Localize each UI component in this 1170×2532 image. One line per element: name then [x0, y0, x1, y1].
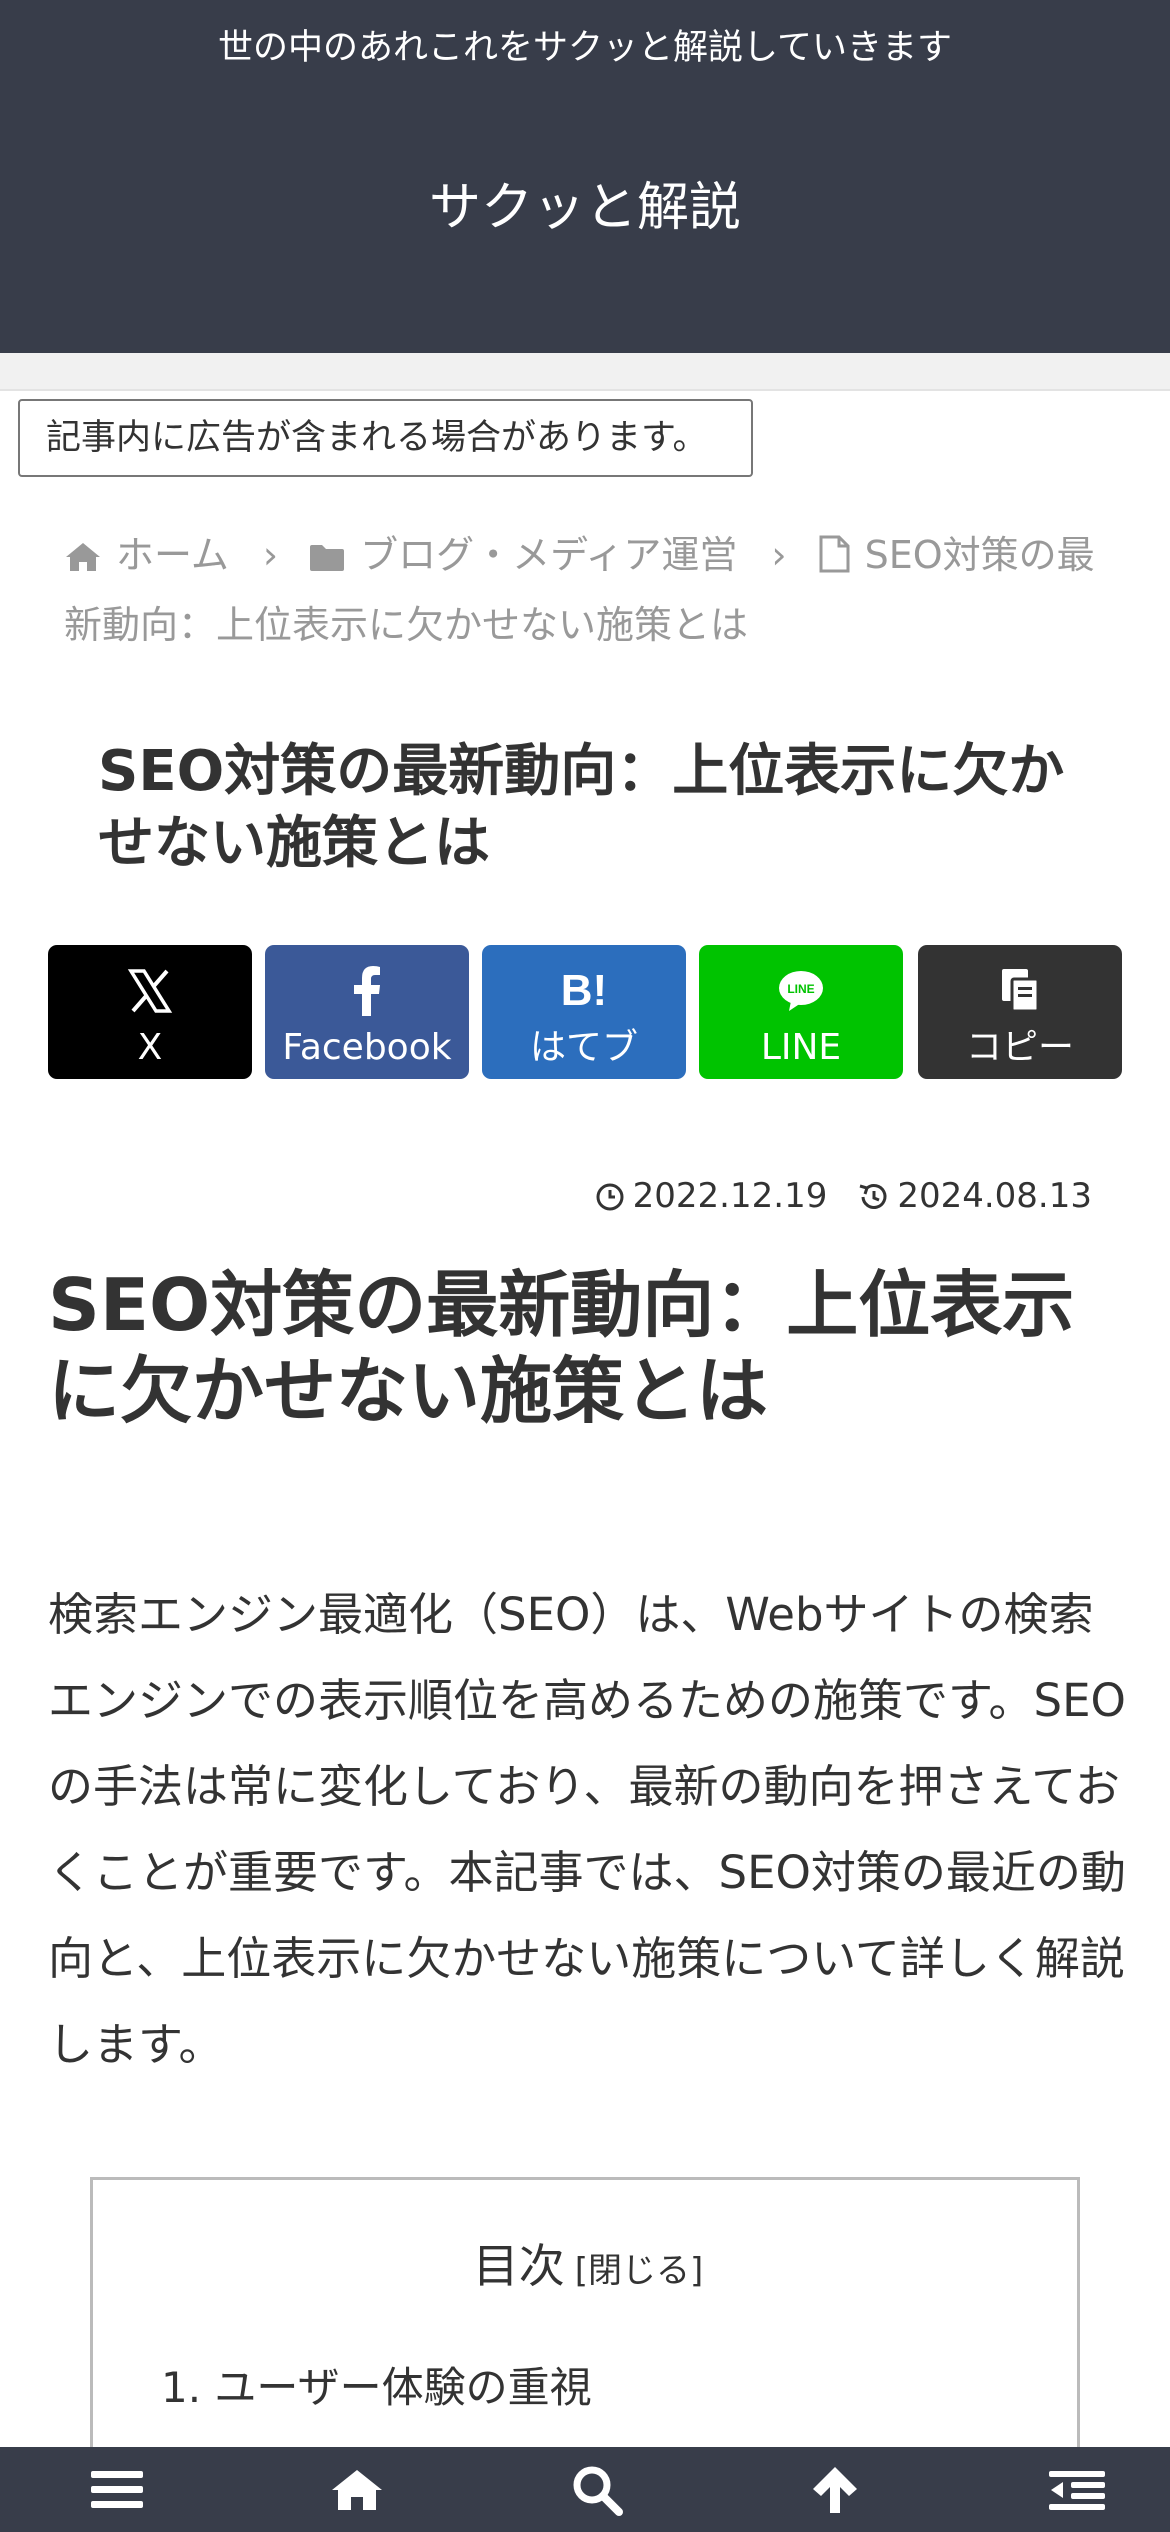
post-title: SEO対策の最新動向：上位表示に欠かせない施策とは — [98, 739, 1065, 876]
share-buttons: X Facebook B! はてブ LINE LINE コピー — [48, 945, 1122, 1079]
mobile-footer-nav — [0, 2447, 1170, 2532]
facebook-icon — [265, 963, 469, 1019]
sidebar-button[interactable] — [960, 2447, 1170, 2532]
search-icon — [573, 2466, 623, 2516]
site-header: 世の中のあれこれをサクッと解説していきます サクッと解説 — [0, 0, 1170, 353]
line-icon: LINE — [699, 963, 903, 1019]
share-facebook-label: Facebook — [282, 1027, 452, 1068]
share-copy-label: コピー — [965, 1027, 1074, 1068]
site-title-link[interactable]: サクッと解説 — [0, 172, 1170, 244]
home-button[interactable] — [240, 2447, 474, 2532]
share-hatebu-label: はてブ — [529, 1027, 638, 1068]
chevron-right-icon: › — [771, 533, 787, 577]
post-dates: 2022.12.19 2024.08.13 — [592, 1170, 1092, 1222]
chevron-right-icon: › — [262, 533, 279, 577]
breadcrumb-category-label: ブログ・メディア運営 — [360, 533, 738, 577]
sidebar-icon — [1049, 2470, 1105, 2510]
folder-icon — [310, 545, 345, 571]
share-copy-button[interactable]: コピー — [918, 945, 1122, 1079]
home-icon — [332, 2469, 382, 2510]
arrow-up-icon — [813, 2466, 857, 2513]
toc-title: 目次 — [472, 2239, 565, 2293]
article-heading: SEO対策の最新動向：上位表示に欠かせない施策とは — [48, 1263, 1075, 1433]
breadcrumb-home-label: ホーム — [116, 533, 229, 577]
share-x-label: X — [137, 1027, 163, 1068]
updated-date: 2024.08.13 — [857, 1176, 1092, 1216]
share-line-button[interactable]: LINE LINE — [699, 945, 903, 1079]
copy-icon — [918, 963, 1122, 1019]
search-button[interactable] — [480, 2447, 714, 2532]
menu-icon — [91, 2470, 143, 2508]
site-tagline: 世の中のあれこれをサクッと解説していきます — [218, 28, 952, 68]
toc-item[interactable]: 1. ユーザー体験の重視 — [161, 2358, 592, 2418]
share-x-button[interactable]: X — [48, 945, 252, 1079]
published-date: 2022.12.19 — [595, 1176, 828, 1216]
clock-icon — [596, 1183, 624, 1211]
breadcrumb-home[interactable]: ホーム — [64, 533, 229, 577]
hatena-bookmark-icon: B! — [560, 966, 608, 1015]
share-facebook-button[interactable]: Facebook — [265, 945, 469, 1079]
toc-toggle-button[interactable]: [閉じる] — [575, 2251, 704, 2291]
published-date-text: 2022.12.19 — [632, 1176, 828, 1216]
breadcrumb-category[interactable]: ブログ・メディア運営 — [308, 533, 737, 577]
file-icon — [819, 535, 850, 573]
menu-button[interactable] — [0, 2447, 234, 2532]
header-gap — [0, 353, 1170, 389]
history-icon — [859, 1184, 887, 1209]
svg-text:LINE: LINE — [787, 982, 814, 996]
ad-notice: 記事内に広告が含まれる場合があります。 — [18, 399, 753, 477]
share-line-label: LINE — [760, 1027, 842, 1068]
breadcrumb: ホーム › ブログ・メディア運営 › SEO対策の最新動向：上位表示に欠かせない施策とは — [64, 520, 1124, 660]
share-hatebu-button[interactable]: B! はてブ — [482, 945, 686, 1079]
scroll-top-button[interactable] — [718, 2447, 952, 2532]
updated-date-text: 2024.08.13 — [897, 1176, 1092, 1216]
toc-header: 目次 [閉じる] — [93, 2236, 1083, 2301]
article-intro: 検索エンジン最適化（SEO）は、Webサイトの検索エンジンでの表示順位を高めるた… — [48, 1588, 1126, 2071]
home-icon — [66, 543, 100, 571]
x-logo-icon — [48, 963, 252, 1019]
